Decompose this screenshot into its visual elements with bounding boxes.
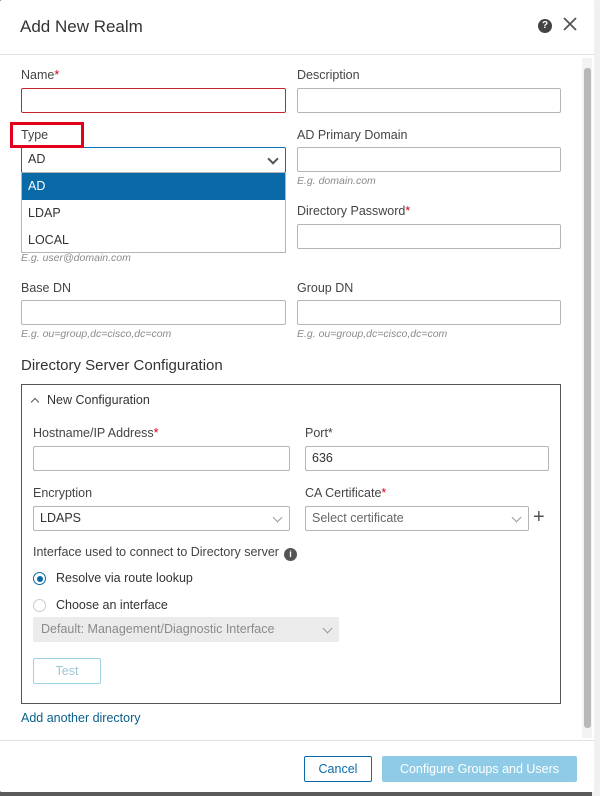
base-dn-input[interactable] [21, 300, 286, 325]
add-directory-link[interactable]: Add another directory [21, 711, 141, 725]
chevron-down-icon [511, 512, 522, 523]
type-option-ldap[interactable]: LDAP [22, 200, 285, 227]
dialog-title: Add New Realm [20, 17, 143, 36]
info-icon[interactable]: i [283, 548, 297, 561]
dialog-header: Add New Realm ? [0, 0, 594, 55]
type-select[interactable]: AD [21, 147, 286, 173]
radio-choose-interface[interactable] [33, 599, 46, 612]
ca-certificate-label: CA Certificate* [305, 486, 387, 500]
group-dn-label: Group DN [297, 281, 354, 295]
type-dropdown: AD LDAP LOCAL [21, 172, 286, 253]
group-dn-hint: E.g. ou=group,dc=cisco,dc=com [297, 328, 448, 340]
scrollbar-thumb[interactable] [584, 68, 591, 728]
interface-select: Default: Management/Diagnostic Interface [33, 617, 339, 642]
close-icon[interactable] [560, 14, 580, 34]
description-label: Description [297, 68, 360, 82]
chevron-down-icon [272, 512, 283, 523]
ad-domain-label: AD Primary Domain [297, 128, 408, 142]
encryption-label: Encryption [33, 486, 93, 500]
chevron-up-icon [30, 397, 40, 407]
configure-groups-button[interactable]: Configure Groups and Users [382, 756, 577, 782]
chevron-down-icon [322, 623, 333, 634]
ca-certificate-select[interactable]: Select certificate [305, 506, 529, 531]
radio-route-lookup-label: Resolve via route lookup [56, 571, 193, 585]
name-label: Name* [21, 68, 60, 82]
ad-domain-hint: E.g. domain.com [297, 175, 376, 187]
port-label: Port* [305, 426, 333, 440]
port-input[interactable]: 636 [305, 446, 549, 471]
help-icon[interactable]: ? [538, 19, 552, 33]
type-option-local[interactable]: LOCAL [22, 227, 285, 254]
cancel-button[interactable]: Cancel [304, 756, 372, 782]
directory-password-input[interactable] [297, 224, 561, 249]
hostname-input[interactable] [33, 446, 290, 471]
test-button[interactable]: Test [33, 658, 101, 684]
ad-domain-input[interactable] [297, 147, 561, 172]
directory-section-title: Directory Server Configuration [21, 357, 223, 374]
hostname-label: Hostname/IP Address* [33, 426, 159, 440]
type-select-value: AD [28, 152, 46, 166]
base-dn-hint: E.g. ou=group,dc=cisco,dc=com [21, 328, 172, 340]
radio-route-lookup[interactable] [33, 572, 46, 585]
base-dn-label: Base DN [21, 281, 72, 295]
description-input[interactable] [297, 88, 561, 113]
add-certificate-icon[interactable]: + [533, 507, 545, 527]
name-input[interactable] [21, 88, 286, 113]
interface-label: Interface used to connect to Directory s… [33, 545, 297, 561]
chevron-down-icon [267, 153, 279, 165]
dialog-footer: Cancel Configure Groups and Users [0, 740, 594, 792]
type-option-ad[interactable]: AD [22, 173, 285, 200]
scrollbar[interactable] [582, 58, 592, 738]
encryption-select[interactable]: LDAPS [33, 506, 290, 531]
radio-choose-interface-label: Choose an interface [56, 598, 168, 612]
directory-password-label: Directory Password* [297, 204, 411, 218]
type-highlight-box [10, 122, 84, 148]
group-dn-input[interactable] [297, 300, 561, 325]
config-header-toggle[interactable]: New Configuration [30, 393, 150, 407]
add-realm-dialog: Add New Realm ? Name* Description Type A… [0, 0, 594, 792]
